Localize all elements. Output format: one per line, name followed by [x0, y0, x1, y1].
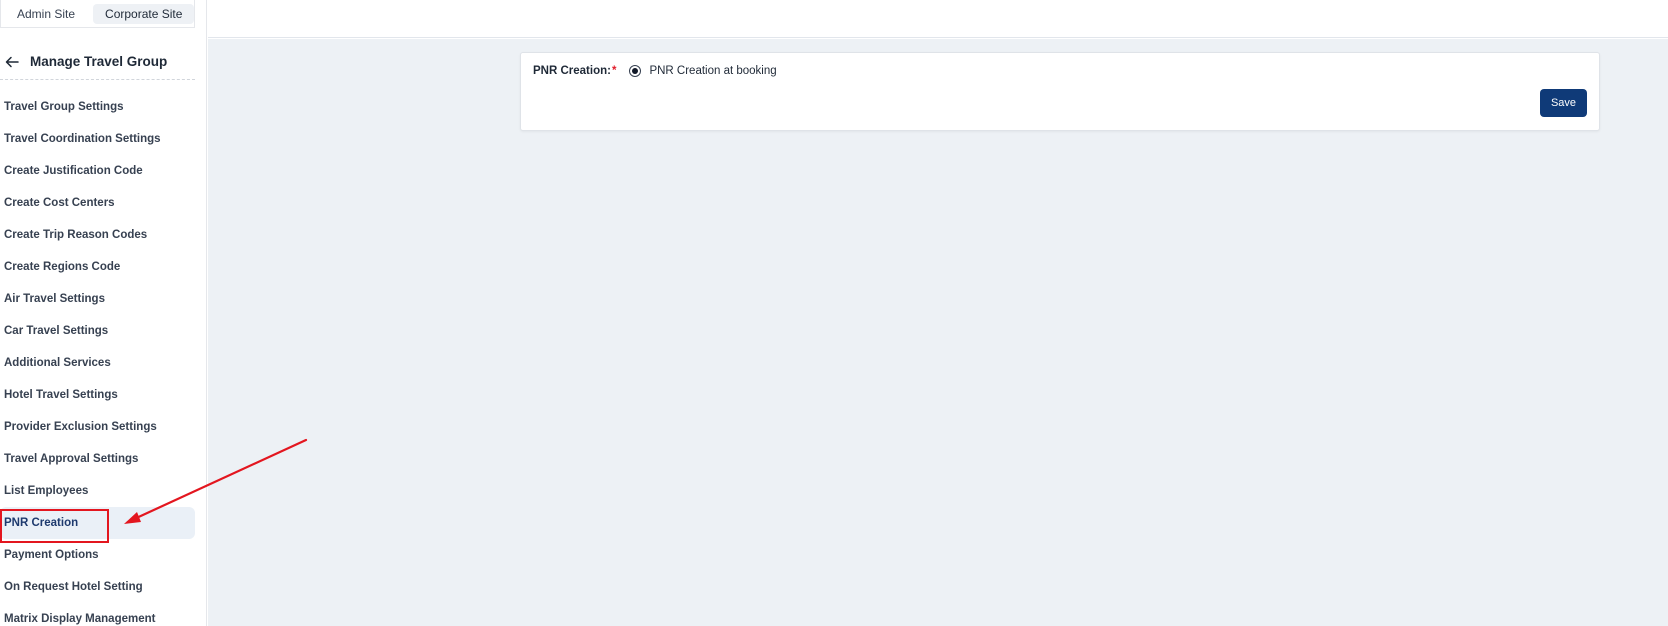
- sidebar-item-travel-coordination-settings[interactable]: Travel Coordination Settings: [0, 123, 195, 155]
- pnr-creation-field: PNR Creation: * PNR Creation at booking: [533, 63, 777, 79]
- sidebar-item-matrix-display-management[interactable]: Matrix Display Management: [0, 603, 195, 626]
- pnr-creation-at-booking-radio[interactable]: [629, 65, 642, 77]
- sidebar-menu: Travel Group Settings Travel Coordinatio…: [0, 91, 195, 626]
- sidebar-header: Manage Travel Group: [0, 44, 195, 80]
- sidebar-item-additional-services[interactable]: Additional Services: [0, 347, 195, 379]
- sidebar-item-create-trip-reason-codes[interactable]: Create Trip Reason Codes: [0, 219, 195, 251]
- arrow-left-icon[interactable]: [4, 54, 20, 70]
- sidebar-item-on-request-hotel-setting[interactable]: On Request Hotel Setting: [0, 571, 195, 603]
- main-content: PNR Creation: * PNR Creation at booking …: [208, 39, 1668, 626]
- sidebar-item-travel-approval-settings[interactable]: Travel Approval Settings: [0, 443, 195, 475]
- top-bar: [208, 0, 1668, 38]
- sidebar-item-payment-options[interactable]: Payment Options: [0, 539, 195, 571]
- sidebar-item-create-regions-code[interactable]: Create Regions Code: [0, 251, 195, 283]
- sidebar-item-travel-group-settings[interactable]: Travel Group Settings: [0, 91, 195, 123]
- required-mark: *: [611, 65, 617, 77]
- pnr-creation-at-booking-label[interactable]: PNR Creation at booking: [649, 65, 776, 77]
- sidebar-title: Manage Travel Group: [30, 54, 168, 69]
- save-button[interactable]: Save: [1540, 89, 1587, 117]
- sidebar-item-pnr-creation[interactable]: PNR Creation: [0, 507, 195, 539]
- sidebar-item-create-justification-code[interactable]: Create Justification Code: [0, 155, 195, 187]
- radio-selected-dot: [632, 68, 639, 74]
- sidebar-item-car-travel-settings[interactable]: Car Travel Settings: [0, 315, 195, 347]
- admin-site-tab[interactable]: Admin Site: [5, 4, 87, 24]
- pnr-creation-label: PNR Creation:: [533, 65, 611, 77]
- sidebar-item-provider-exclusion-settings[interactable]: Provider Exclusion Settings: [0, 411, 195, 443]
- pnr-creation-card: PNR Creation: * PNR Creation at booking …: [520, 52, 1600, 131]
- site-switcher: Admin Site Corporate Site: [0, 0, 195, 28]
- sidebar-item-create-cost-centers[interactable]: Create Cost Centers: [0, 187, 195, 219]
- sidebar-item-air-travel-settings[interactable]: Air Travel Settings: [0, 283, 195, 315]
- sidebar: Admin Site Corporate Site Manage Travel …: [0, 0, 207, 626]
- sidebar-item-hotel-travel-settings[interactable]: Hotel Travel Settings: [0, 379, 195, 411]
- sidebar-item-list-employees[interactable]: List Employees: [0, 475, 195, 507]
- app-root: Admin Site Corporate Site Manage Travel …: [0, 0, 1668, 626]
- corporate-site-tab[interactable]: Corporate Site: [93, 3, 195, 24]
